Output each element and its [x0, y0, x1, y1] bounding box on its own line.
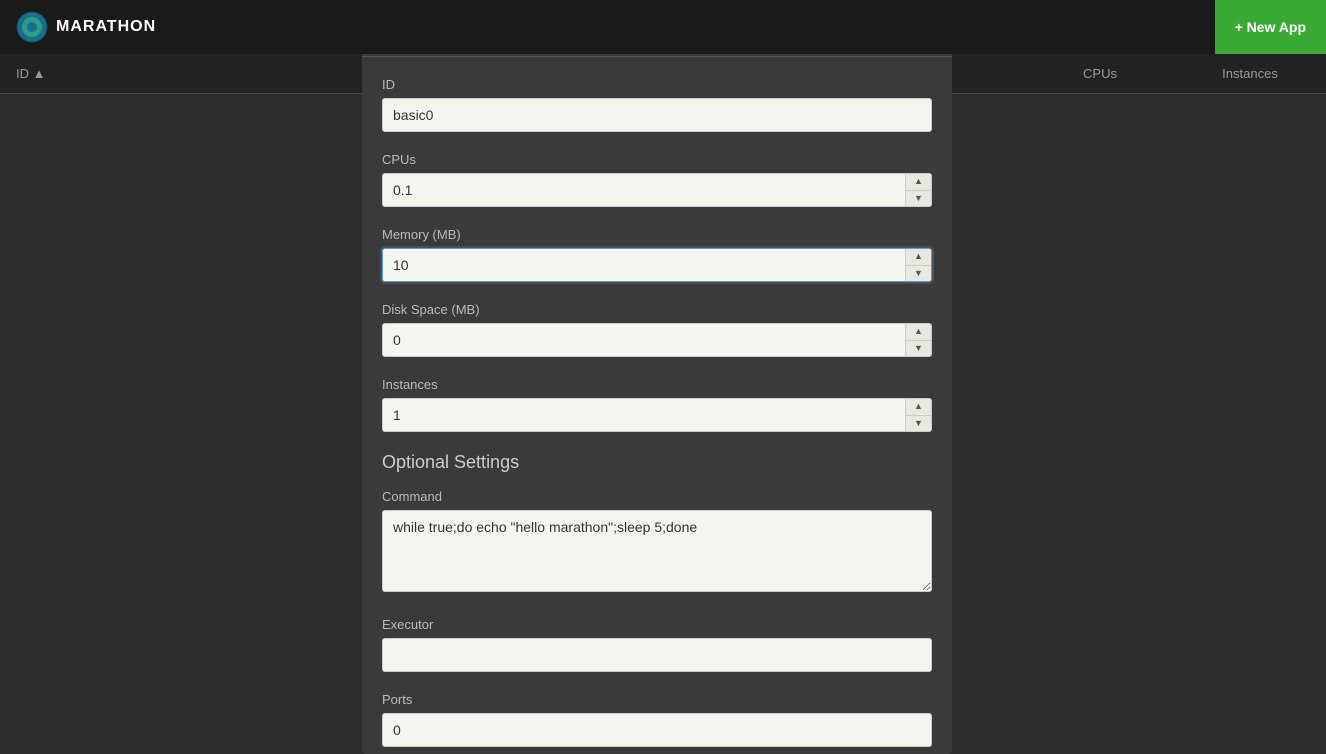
marathon-logo-icon: [16, 11, 48, 43]
id-field-group: ID: [382, 77, 932, 132]
command-input[interactable]: [382, 510, 932, 592]
ports-input[interactable]: [382, 713, 932, 747]
cpus-spinner: ▲ ▼: [382, 173, 932, 207]
new-app-button[interactable]: + New App: [1215, 0, 1326, 54]
col-id: ID ▲: [16, 66, 356, 81]
disk-label: Disk Space (MB): [382, 302, 932, 317]
disk-increment-button[interactable]: ▲: [906, 324, 931, 341]
disk-input[interactable]: [382, 323, 932, 357]
disk-field-group: Disk Space (MB) ▲ ▼: [382, 302, 932, 357]
instances-increment-button[interactable]: ▲: [906, 399, 931, 416]
executor-field-group: Executor: [382, 617, 932, 672]
brand: MARATHON: [16, 11, 156, 43]
executor-input[interactable]: [382, 638, 932, 672]
memory-label: Memory (MB): [382, 227, 932, 242]
instances-field-group: Instances ▲ ▼: [382, 377, 932, 432]
instances-spinner-btns: ▲ ▼: [905, 399, 931, 431]
ports-field-group: Ports: [382, 692, 932, 747]
memory-spinner-btns: ▲ ▼: [905, 249, 931, 281]
ports-label: Ports: [382, 692, 932, 707]
instances-input[interactable]: [382, 398, 932, 432]
optional-settings-heading: Optional Settings: [382, 452, 932, 473]
new-app-label: + New App: [1235, 19, 1306, 35]
col-instances: Instances: [1190, 66, 1310, 81]
instances-decrement-button[interactable]: ▼: [906, 416, 931, 432]
command-label: Command: [382, 489, 932, 504]
cpus-label: CPUs: [382, 152, 932, 167]
cpus-decrement-button[interactable]: ▼: [906, 191, 931, 207]
cpus-input[interactable]: [382, 173, 932, 207]
id-label: ID: [382, 77, 932, 92]
memory-input[interactable]: [382, 248, 932, 282]
instances-spinner: ▲ ▼: [382, 398, 932, 432]
disk-spinner: ▲ ▼: [382, 323, 932, 357]
id-input[interactable]: [382, 98, 932, 132]
navbar: MARATHON + New App: [0, 0, 1326, 54]
disk-decrement-button[interactable]: ▼: [906, 341, 931, 357]
cpus-increment-button[interactable]: ▲: [906, 174, 931, 191]
instances-label: Instances: [382, 377, 932, 392]
memory-increment-button[interactable]: ▲: [906, 249, 931, 266]
executor-label: Executor: [382, 617, 932, 632]
cpus-field-group: CPUs ▲ ▼: [382, 152, 932, 207]
brand-name: MARATHON: [56, 18, 156, 36]
modal-body: ID CPUs ▲ ▼ Memory (MB) ▲ ▼: [362, 57, 952, 754]
memory-spinner: ▲ ▼: [382, 248, 932, 282]
memory-field-group: Memory (MB) ▲ ▼: [382, 227, 932, 282]
disk-spinner-btns: ▲ ▼: [905, 324, 931, 356]
memory-decrement-button[interactable]: ▼: [906, 266, 931, 282]
col-cpus: CPUs: [1010, 66, 1190, 81]
command-field-group: Command: [382, 489, 932, 597]
cpus-spinner-btns: ▲ ▼: [905, 174, 931, 206]
new-application-modal: New Application × ID CPUs ▲ ▼ Memory (MB…: [362, 0, 952, 754]
